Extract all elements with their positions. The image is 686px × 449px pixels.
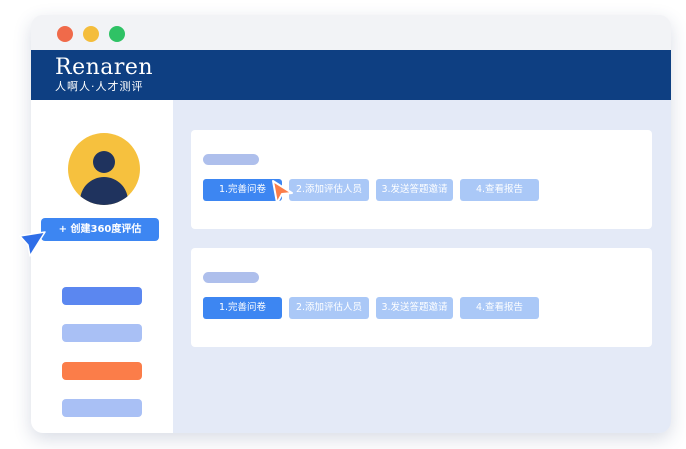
evaluation-card: 1.完善问卷 2.添加评估人员 3.发送答题邀请 4.查看报告	[191, 248, 652, 347]
brand-logo[interactable]: Renaren 人啊人·人才测评	[55, 55, 154, 94]
close-window-button[interactable]	[57, 26, 73, 42]
sidebar: + 创建360度评估	[31, 100, 173, 433]
create-360-evaluation-button[interactable]: + 创建360度评估	[41, 218, 159, 241]
user-head-icon	[93, 151, 115, 173]
app-header: Renaren 人啊人·人才测评	[31, 50, 671, 100]
cursor-arrow-icon	[272, 180, 293, 204]
card-title-placeholder	[203, 272, 259, 283]
step-add-evaluators[interactable]: 2.添加评估人员	[289, 179, 369, 201]
step-send-invitations[interactable]: 3.发送答题邀请	[376, 297, 453, 319]
brand-tagline: 人啊人·人才测评	[55, 80, 144, 93]
browser-window: Renaren 人啊人·人才测评 + 创建360度评估 1.完善问卷 2.添加评…	[31, 15, 671, 433]
sidebar-item-1[interactable]	[62, 287, 142, 305]
user-body-icon	[80, 177, 128, 205]
minimize-window-button[interactable]	[83, 26, 99, 42]
sidebar-item-2[interactable]	[62, 324, 142, 342]
cursor-arrow-icon	[19, 231, 46, 257]
step-send-invitations[interactable]: 3.发送答题邀请	[376, 179, 453, 201]
avatar[interactable]	[68, 133, 140, 205]
step-complete-questionnaire[interactable]: 1.完善问卷	[203, 297, 282, 319]
step-view-report[interactable]: 4.查看报告	[460, 297, 539, 319]
evaluation-card: 1.完善问卷 2.添加评估人员 3.发送答题邀请 4.查看报告	[191, 130, 652, 229]
sidebar-item-4[interactable]	[62, 399, 142, 417]
step-view-report[interactable]: 4.查看报告	[460, 179, 539, 201]
brand-name: Renaren	[55, 55, 154, 80]
main-content: 1.完善问卷 2.添加评估人员 3.发送答题邀请 4.查看报告 1.完善问卷 2…	[173, 100, 671, 433]
maximize-window-button[interactable]	[109, 26, 125, 42]
step-add-evaluators[interactable]: 2.添加评估人员	[289, 297, 369, 319]
sidebar-item-3[interactable]	[62, 362, 142, 380]
card-title-placeholder	[203, 154, 259, 165]
title-bar	[31, 15, 671, 50]
